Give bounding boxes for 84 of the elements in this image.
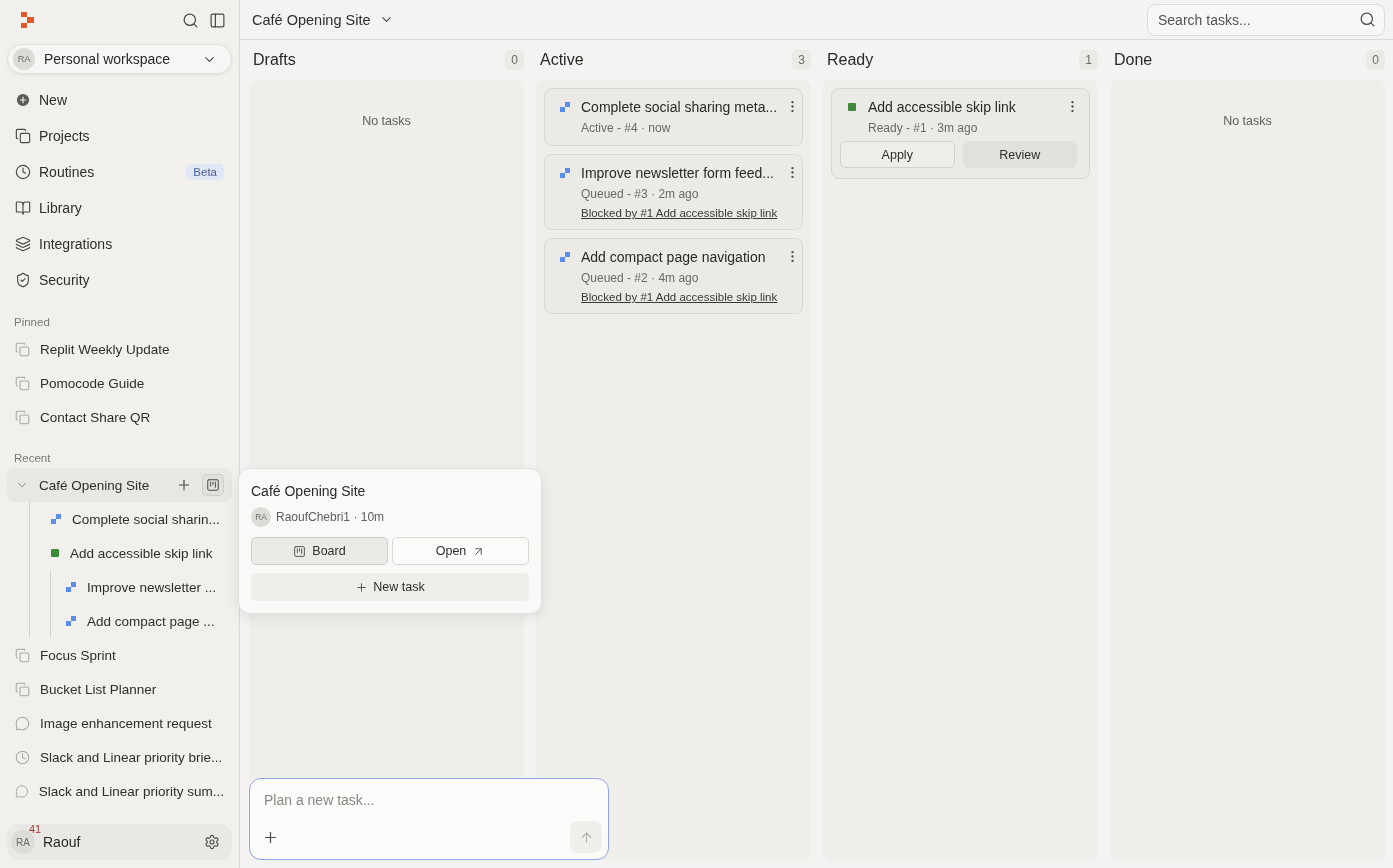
task-card[interactable]: Complete social sharing meta... Active - #4 · now	[544, 88, 803, 146]
clock-icon	[15, 164, 31, 180]
section-label: Recent	[13, 451, 52, 464]
clock-icon	[15, 749, 30, 765]
task-card[interactable]: Add compact page navigation Queued - #2 · 4m ago Blocked by #1 Add accessible skip link	[544, 238, 803, 314]
layers-icon	[15, 236, 31, 252]
chat-bubble-icon	[15, 783, 29, 799]
task-link[interactable]: Add compact page ...	[87, 613, 215, 629]
plus-icon[interactable]	[176, 477, 192, 493]
task-link[interactable]: Add accessible skip link	[70, 545, 213, 561]
projects-icon	[15, 128, 31, 144]
nav-item[interactable]: Projects	[7, 118, 232, 154]
book-icon	[15, 200, 31, 216]
projects-icon	[15, 341, 30, 357]
shield-icon	[15, 272, 31, 288]
popover-title: Café Opening Site	[251, 483, 367, 499]
recent-item[interactable]: Focus Sprint	[40, 647, 224, 663]
review-button[interactable]: Review	[962, 141, 1077, 168]
avatar: RA	[13, 48, 35, 70]
open-button[interactable]: Open	[392, 537, 529, 565]
task-title: Add accessible skip link	[868, 99, 1017, 115]
search-icon	[1359, 11, 1376, 28]
projects-icon	[15, 409, 30, 425]
recent-item[interactable]: Bucket List Planner	[40, 681, 224, 697]
task-count: 0	[1366, 50, 1385, 70]
projects-icon	[15, 375, 30, 391]
blocked-link[interactable]: Blocked by #1 Add accessible skip link	[581, 291, 778, 303]
nav-item[interactable]: New	[7, 82, 232, 118]
recent-item[interactable]: Image enhancement request	[40, 715, 224, 731]
sidebar-toggle-icon[interactable]	[209, 11, 226, 29]
recent-item[interactable]: Slack and Linear priority sum...	[38, 783, 224, 799]
chat-bubble-icon	[15, 715, 30, 731]
search-box[interactable]: Search tasks...	[1147, 3, 1385, 36]
pinned-item[interactable]: Contact Share QR	[7, 400, 232, 434]
task-meta: Queued - #2 · 4m ago	[581, 271, 700, 285]
task-count: 3	[792, 50, 811, 70]
projects-icon	[15, 681, 30, 697]
avatar: RA	[251, 507, 271, 527]
logo-icon[interactable]	[20, 11, 36, 29]
task-card[interactable]: Add accessible skip link Ready - #1 · 3m ago Apply Review	[831, 88, 1090, 179]
task-link[interactable]: Complete social sharin...	[72, 511, 220, 527]
plus-circle-icon	[15, 92, 31, 108]
column-title: Drafts	[253, 51, 296, 69]
task-link[interactable]: Improve newsletter ...	[87, 579, 217, 595]
kanban-icon	[206, 478, 220, 492]
blocked-link[interactable]: Blocked by #1 Add accessible skip link	[581, 207, 778, 219]
nav-item[interactable]: Library	[7, 190, 232, 226]
task-meta: Active - #4 · now	[581, 121, 672, 135]
task-meta: Queued - #3 · 2m ago	[581, 187, 700, 201]
column-title: Active	[540, 51, 584, 69]
plus-icon	[355, 580, 369, 594]
empty-message: No tasks	[361, 114, 412, 128]
column-title: Ready	[827, 51, 874, 69]
empty-message: No tasks	[1222, 114, 1273, 128]
column-title: Done	[1114, 51, 1153, 69]
task-meta: Ready - #1 · 3m ago	[868, 121, 979, 135]
nav-item[interactable]: Security	[7, 262, 232, 298]
task-input[interactable]: Plan a new task...	[262, 791, 602, 809]
section-label: Pinned	[13, 315, 51, 328]
project-title[interactable]: Café Opening Site	[252, 11, 394, 28]
apply-button[interactable]: Apply	[840, 141, 955, 168]
user-name: Raouf	[43, 834, 82, 850]
task-count: 1	[1079, 50, 1098, 70]
owner-meta: RaoufChebri1 · 10m	[276, 510, 385, 524]
new-task-button[interactable]: New task	[251, 573, 529, 601]
settings-icon[interactable]	[204, 834, 220, 850]
board-button[interactable]: Board	[251, 537, 388, 565]
task-title: Improve newsletter form feed...	[581, 165, 775, 181]
nav-item[interactable]: Routines Beta	[7, 154, 232, 190]
projects-icon	[15, 647, 30, 663]
pinned-item[interactable]: Replit Weekly Update	[7, 332, 232, 366]
search-field[interactable]: Search tasks...	[1156, 10, 1353, 29]
pinned-item[interactable]: Pomocode Guide	[7, 366, 232, 400]
nav-item[interactable]: Integrations	[7, 226, 232, 262]
search-icon[interactable]	[182, 11, 199, 29]
beta-badge: Beta	[186, 164, 224, 180]
kanban-icon	[293, 544, 307, 558]
board-view-button[interactable]	[202, 474, 224, 496]
task-count: 0	[505, 50, 524, 70]
task-card[interactable]: Improve newsletter form feed... Queued - #3 · 2m ago Blocked by #1 Add accessible skip link	[544, 154, 803, 230]
recent-item[interactable]: Slack and Linear priority brie...	[40, 749, 224, 765]
workspace-switcher[interactable]: RA Personal workspace	[7, 44, 232, 74]
task-title: Add compact page navigation	[581, 249, 767, 265]
task-title: Complete social sharing meta...	[581, 99, 778, 115]
